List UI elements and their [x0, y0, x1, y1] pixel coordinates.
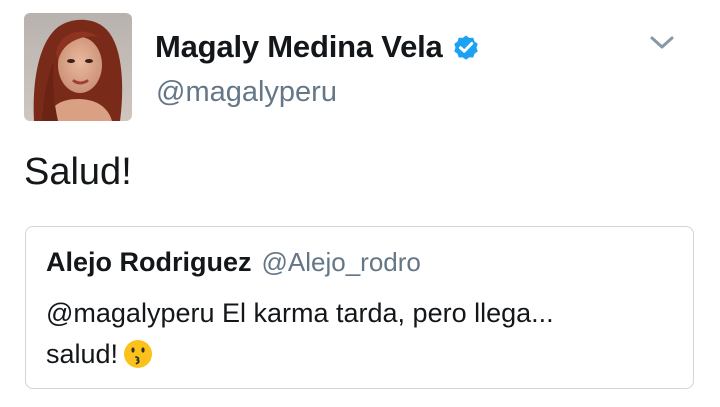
quoted-tweet[interactable]: Alejo Rodriguez @Alejo_rodro @magalyperu…: [25, 226, 694, 389]
quoted-text-line-1: @magalyperu El karma tarda, pero llega..…: [46, 298, 554, 328]
verified-badge-icon: [451, 32, 481, 62]
tweet-card: Magaly Medina Vela @magalyperu Salud! Al…: [0, 0, 720, 407]
avatar[interactable]: [24, 13, 132, 121]
author-handle[interactable]: @magalyperu: [156, 76, 337, 109]
tweet-text: Salud!: [24, 151, 132, 193]
quoted-author-name: Alejo Rodriguez: [46, 247, 252, 277]
quoted-tweet-text: @magalyperu El karma tarda, pero llega..…: [46, 293, 676, 375]
quoted-text-line-2: salud!: [46, 334, 676, 375]
author-display-name[interactable]: Magaly Medina Vela: [155, 29, 443, 65]
chevron-down-icon[interactable]: [648, 30, 676, 54]
quoted-tweet-header: Alejo Rodriguez @Alejo_rodro: [46, 247, 421, 278]
quoted-author-handle: @Alejo_rodro: [261, 247, 421, 277]
author-name-row: Magaly Medina Vela: [155, 26, 481, 68]
kissing-face-emoji-icon: [122, 337, 154, 369]
avatar-image: [24, 13, 132, 121]
quoted-text-line-2-text: salud!: [46, 339, 119, 369]
